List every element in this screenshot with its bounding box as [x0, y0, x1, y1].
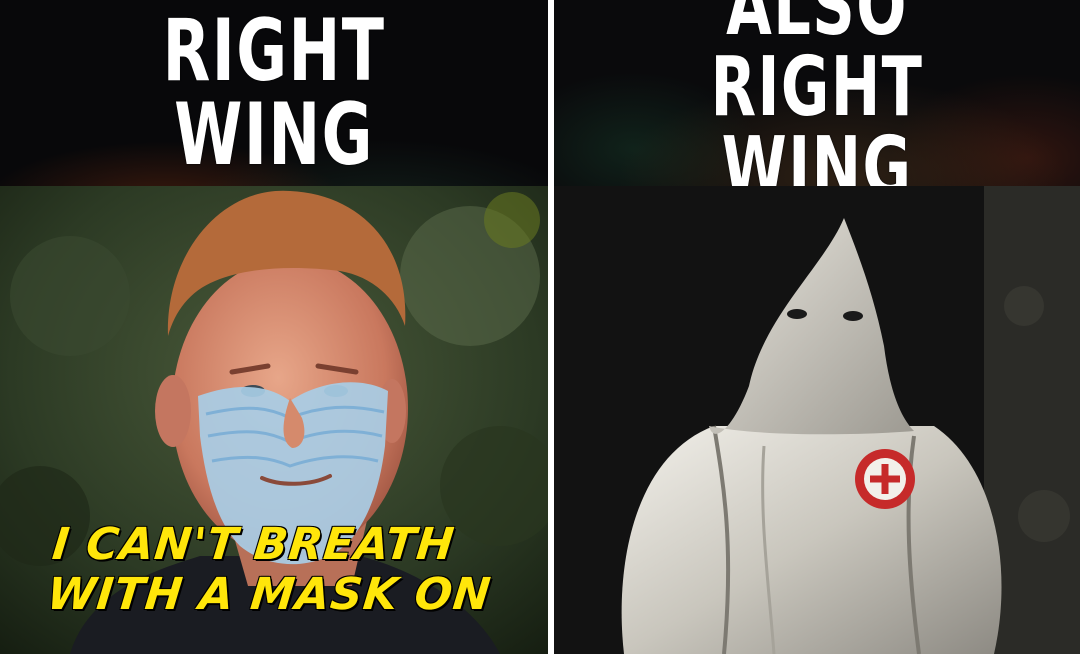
watermark-logo: [484, 192, 540, 248]
left-title: RIGHT WING: [162, 0, 386, 185]
yellow-caption: I CAN'T BREATH WITH A MASK ON: [44, 519, 515, 620]
eye-hole-left: [787, 309, 807, 319]
left-header: RIGHT WING: [0, 0, 548, 186]
caption-line-1: I CAN'T BREATH: [49, 519, 458, 570]
right-panel: ALSO RIGHT WING: [554, 0, 1080, 654]
left-panel: RIGHT WING I CAN'T BREATH WITH A MASK ON: [0, 0, 548, 654]
right-header: ALSO RIGHT WING: [554, 0, 1080, 209]
eye-hole-right: [843, 311, 863, 321]
caption-line-2: WITH A MASK ON: [44, 568, 494, 620]
meme-image: RIGHT WING I CAN'T BREATH WITH A MASK ON…: [0, 0, 1080, 654]
robe: [621, 426, 1002, 654]
right-title: ALSO RIGHT WING: [710, 0, 924, 216]
right-photo-white-hood: [554, 186, 1080, 654]
